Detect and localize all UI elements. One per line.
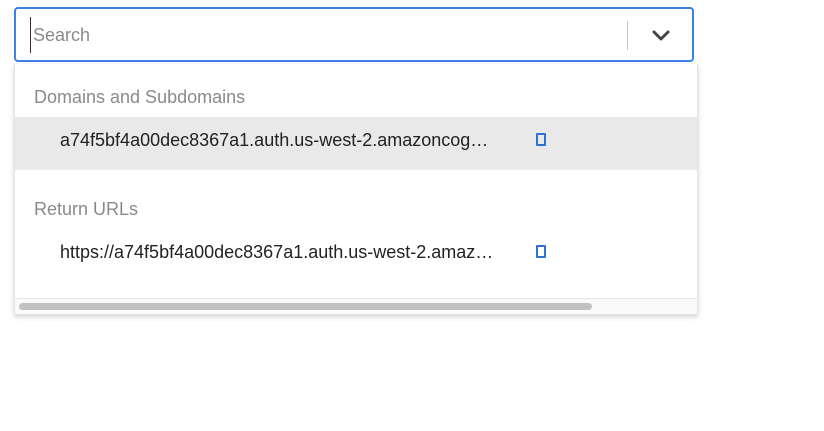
search-combobox[interactable] bbox=[14, 7, 694, 62]
group-label-return-urls: Return URLs bbox=[34, 199, 139, 219]
option-label: https://a74f5bf4a00dec8367a1.auth.us-wes… bbox=[60, 242, 494, 262]
group-label-domains: Domains and Subdomains bbox=[34, 87, 246, 107]
scrollbar-thumb[interactable] bbox=[19, 303, 592, 310]
chevron-down-icon bbox=[652, 30, 670, 41]
copy-icon[interactable] bbox=[536, 133, 546, 146]
combobox-divider bbox=[627, 21, 628, 50]
option-domain[interactable]: a74f5bf4a00dec8367a1.auth.us-west-2.amaz… bbox=[15, 117, 697, 169]
horizontal-scrollbar[interactable] bbox=[15, 298, 697, 314]
dropdown-menu: Domains and Subdomains a74f5bf4a00dec836… bbox=[14, 64, 698, 315]
option-label: a74f5bf4a00dec8367a1.auth.us-west-2.amaz… bbox=[60, 130, 489, 150]
search-input[interactable] bbox=[30, 17, 613, 53]
group-separator bbox=[15, 169, 697, 170]
dropdown-toggle-button[interactable] bbox=[644, 19, 678, 53]
copy-icon[interactable] bbox=[536, 245, 546, 258]
option-return-url[interactable]: https://a74f5bf4a00dec8367a1.auth.us-wes… bbox=[15, 229, 697, 281]
